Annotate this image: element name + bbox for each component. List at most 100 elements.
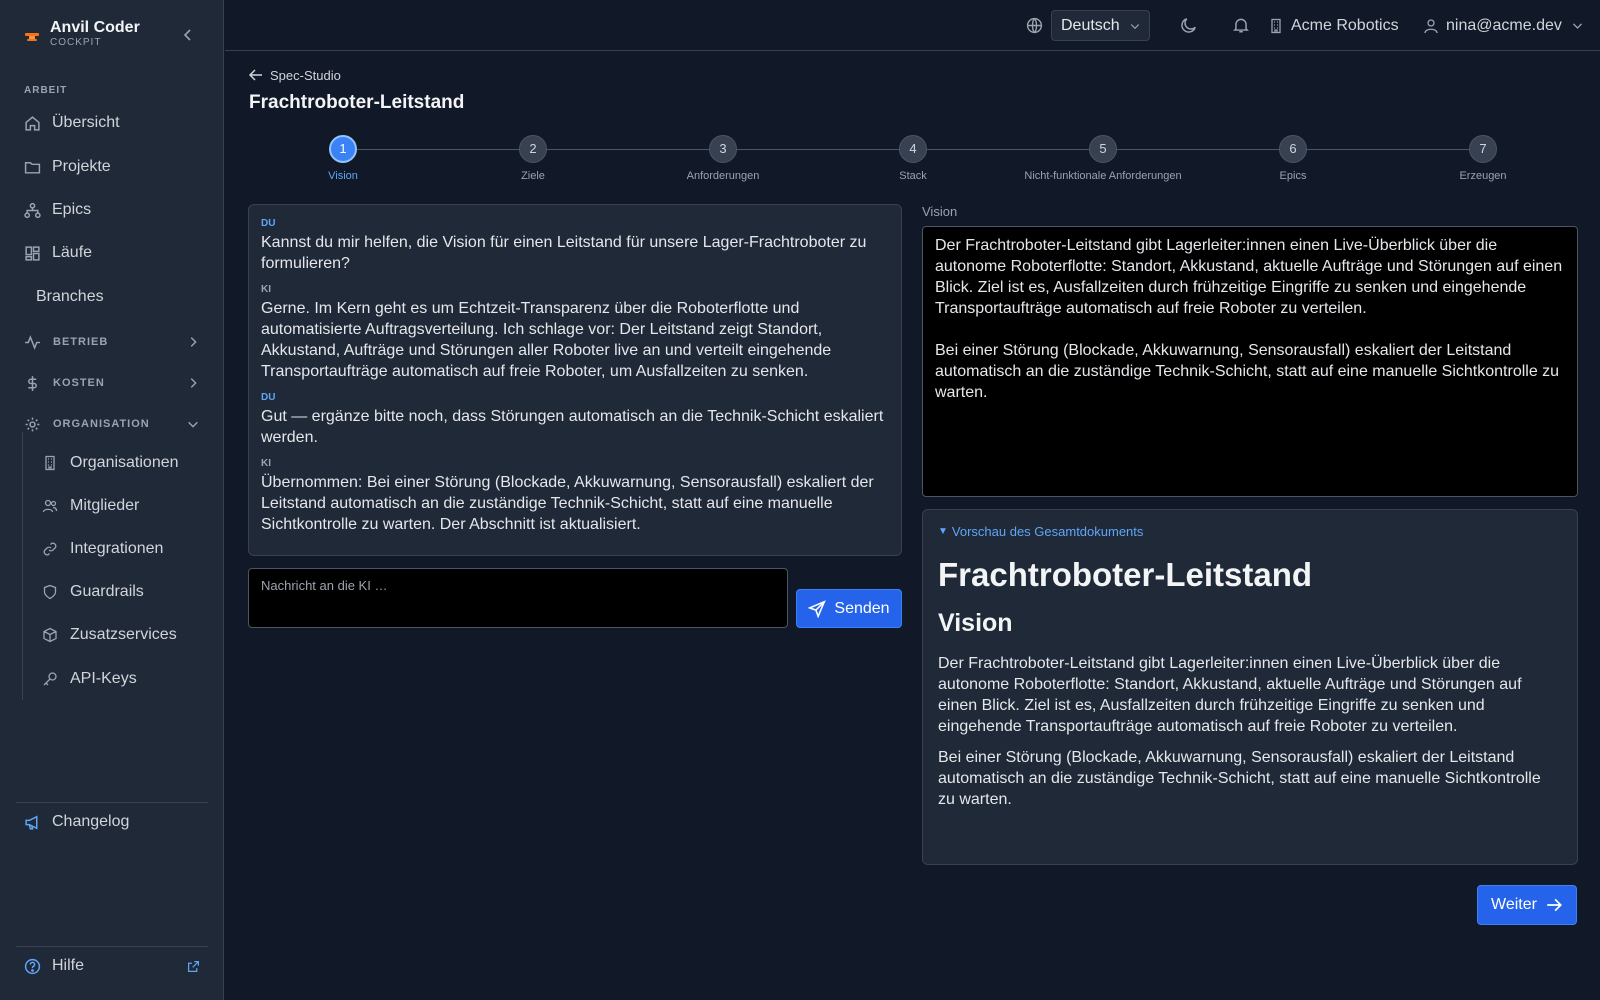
send-button[interactable]: Senden <box>796 589 902 628</box>
sidebar-item-api-keys[interactable]: API-Keys <box>42 667 137 691</box>
sidebar-item-hilfe[interactable]: Hilfe <box>24 954 200 978</box>
chat-input[interactable] <box>248 568 788 628</box>
box-icon <box>43 627 57 643</box>
language-value: Deutsch <box>1061 16 1120 34</box>
chat-message-ai: KI Übernommen: Bei einer Störung (Blocka… <box>261 458 889 535</box>
step-label: Ziele <box>521 170 545 182</box>
collapse-sidebar-icon[interactable] <box>180 27 196 43</box>
sidebar-item-label: Integrationen <box>70 540 164 557</box>
brand-subtitle: COCKPIT <box>50 37 102 48</box>
sidebar-group-kosten[interactable]: KOSTEN <box>24 373 200 393</box>
step-label: Vision <box>328 170 358 182</box>
next-button-label: Weiter <box>1491 896 1537 913</box>
link-icon <box>43 542 57 556</box>
activity-icon <box>25 334 40 350</box>
preview-heading: Frachtroboter-Leitstand <box>938 556 1313 593</box>
message-role: KI <box>261 458 271 469</box>
sidebar-item-label: Changelog <box>52 813 130 830</box>
step-erzeugen[interactable]: 7 Erzeugen <box>1393 135 1573 182</box>
sidebar-item-mitglieder[interactable]: Mitglieder <box>42 494 139 518</box>
language-select[interactable]: Deutsch <box>1051 10 1150 41</box>
sidebar-item-guardrails[interactable]: Guardrails <box>42 580 144 604</box>
building-icon <box>1271 18 1281 33</box>
sidebar-item-label: Guardrails <box>70 583 144 600</box>
step-number: 2 <box>519 135 547 163</box>
step-ziele[interactable]: 2 Ziele <box>443 135 623 182</box>
sidebar-item-changelog[interactable]: Changelog <box>24 810 129 834</box>
org-name: Acme Robotics <box>1291 16 1399 34</box>
gear-icon <box>25 417 40 431</box>
sidebar-item-label: Zusatzservices <box>70 626 177 643</box>
preview-paragraph: Der Frachtroboter-Leitstand gibt Lagerle… <box>938 655 1522 735</box>
topbar: Deutsch Acme Robotics nina@acme.dev <box>225 0 1600 51</box>
users-icon <box>42 499 58 513</box>
preview-toggle-label: Vorschau des Gesamtdokuments <box>951 524 1144 539</box>
page-title: Frachtroboter-Leitstand <box>249 92 465 113</box>
section-label-arbeit: ARBEIT <box>24 85 68 96</box>
sidebar-group-label: BETRIEB <box>53 336 109 348</box>
step-anforderungen[interactable]: 3 Anforderungen <box>633 135 813 182</box>
step-label: Anforderungen <box>686 170 760 182</box>
grid-icon <box>25 245 40 261</box>
arrow-right-icon <box>1547 898 1562 912</box>
chevron-right-icon <box>190 337 197 347</box>
vision-label: Vision <box>922 204 958 219</box>
sidebar-group-label: KOSTEN <box>53 377 105 389</box>
message-role: KI <box>261 284 271 295</box>
org-switcher[interactable]: Acme Robotics <box>1268 0 1399 51</box>
sidebar-item-integrationen[interactable]: Integrationen <box>42 537 163 561</box>
chevron-right-icon <box>190 378 197 388</box>
message-role: DU <box>261 392 276 403</box>
chevron-down-icon <box>1572 23 1582 29</box>
step-epics[interactable]: 6 Epics <box>1203 135 1383 182</box>
user-menu[interactable]: nina@acme.dev <box>1423 0 1584 51</box>
sidebar-item-laeufe[interactable]: Läufe <box>24 241 92 265</box>
arrow-left-icon <box>248 69 262 81</box>
sidebar-item-branches[interactable]: Branches <box>36 285 104 309</box>
step-label: Erzeugen <box>1459 170 1507 182</box>
step-label: Epics <box>1279 170 1307 182</box>
step-number: 5 <box>1089 135 1117 163</box>
preview-toggle[interactable]: ▼ Vorschau des Gesamtdokuments <box>938 524 1562 539</box>
sidebar-item-uebersicht[interactable]: Übersicht <box>24 111 120 135</box>
anvil-logo-icon <box>25 33 39 41</box>
caret-down-icon: ▼ <box>938 526 948 537</box>
submenu-line <box>22 432 23 700</box>
step-number: 4 <box>899 135 927 163</box>
brand[interactable]: Anvil Coder COCKPIT <box>24 19 140 49</box>
hierarchy-icon <box>24 202 41 218</box>
step-label: Stack <box>899 170 927 182</box>
preview-subheading: Vision <box>938 609 1013 637</box>
sidebar-item-organisationen[interactable]: Organisationen <box>42 451 179 475</box>
back-link-label: Spec-Studio <box>270 67 341 83</box>
chat-history[interactable]: DU Kannst du mir helfen, die Vision für … <box>248 204 902 556</box>
user-email: nina@acme.dev <box>1446 16 1562 34</box>
sidebar: Anvil Coder COCKPIT ARBEIT Übersicht Pro… <box>0 0 224 1000</box>
sidebar-item-label: API-Keys <box>70 670 137 687</box>
message-text: Kannst du mir helfen, die Vision für ein… <box>261 234 867 272</box>
sidebar-group-organisation[interactable]: ORGANISATION <box>24 414 200 434</box>
step-nfa[interactable]: 5 Nicht-funktionale Anforderungen <box>1013 135 1193 182</box>
step-label: Nicht-funktionale Anforderungen <box>1024 170 1182 182</box>
back-link[interactable]: Spec-Studio <box>248 67 341 83</box>
sidebar-item-zusatzservices[interactable]: Zusatzservices <box>42 623 177 647</box>
bell-icon[interactable] <box>1232 16 1250 34</box>
step-vision[interactable]: 1 Vision <box>253 135 433 182</box>
help-circle-icon <box>24 958 41 974</box>
sidebar-item-projekte[interactable]: Projekte <box>24 155 111 179</box>
sidebar-item-epics[interactable]: Epics <box>24 198 91 222</box>
sidebar-item-label: Läufe <box>52 244 93 261</box>
chat-message-user: DU Gut — ergänze bitte noch, dass Störun… <box>261 392 889 448</box>
sidebar-item-label: Organisationen <box>70 454 179 471</box>
vision-textarea[interactable]: Der Frachtroboter-Leitstand gibt Lagerle… <box>922 226 1578 497</box>
step-number: 1 <box>329 135 357 163</box>
sidebar-group-betrieb[interactable]: BETRIEB <box>24 332 200 352</box>
shield-icon <box>43 584 57 600</box>
chevron-down-icon <box>188 421 198 428</box>
building-icon <box>45 455 55 471</box>
chat-message-user: DU Kannst du mir helfen, die Vision für … <box>261 218 889 274</box>
next-button[interactable]: Weiter <box>1477 885 1577 925</box>
moon-icon[interactable] <box>1180 16 1198 34</box>
sidebar-item-label: Epics <box>52 201 92 218</box>
step-stack[interactable]: 4 Stack <box>823 135 1003 182</box>
